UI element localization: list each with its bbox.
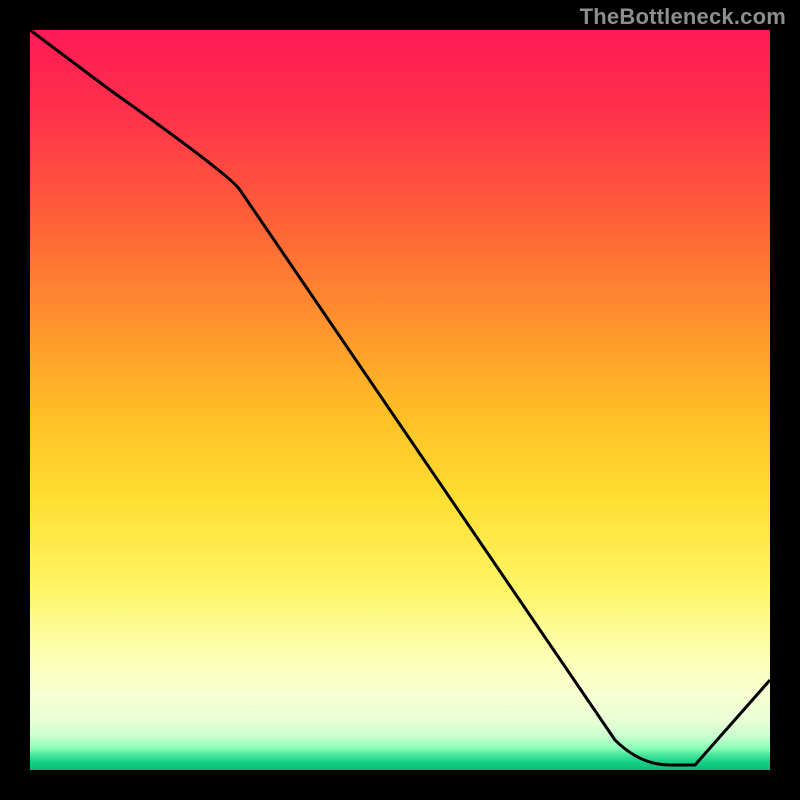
attribution-text: TheBottleneck.com	[580, 4, 786, 30]
chart-plot-area	[30, 30, 770, 770]
chart-gradient-background	[30, 30, 770, 770]
